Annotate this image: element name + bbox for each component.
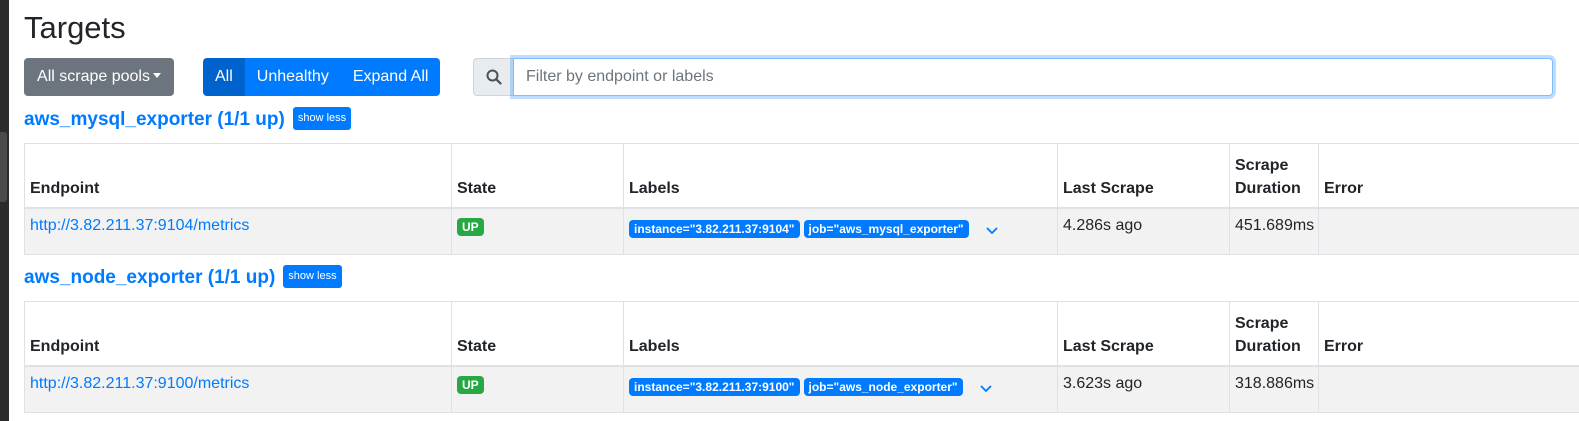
page-title: Targets <box>24 10 126 45</box>
label-badge-job: job="aws_mysql_exporter" <box>803 220 969 238</box>
column-header-last-scrape: Last Scrape <box>1057 301 1230 367</box>
scrape-pools-label: All scrape pools <box>37 68 150 85</box>
scrape-pool: aws_mysql_exporter (1/1 up) show less End… <box>24 107 1579 255</box>
pool-title[interactable]: aws_mysql_exporter (1/1 up) <box>24 107 285 133</box>
search-icon <box>486 69 502 85</box>
side-panel-handle[interactable] <box>0 132 7 202</box>
show-less-button[interactable]: show less <box>292 107 352 131</box>
table-header-row: Endpoint State Labels Last Scrape Scrape… <box>24 143 1579 209</box>
column-header-state: State <box>451 143 624 209</box>
error-cell <box>1318 207 1579 255</box>
column-header-labels: Labels <box>623 301 1058 367</box>
window-edge <box>0 0 9 421</box>
search-addon <box>473 58 514 96</box>
scrape-pool: aws_node_exporter (1/1 up) show less Endp… <box>24 265 1579 413</box>
chevron-down-icon[interactable] <box>979 381 993 395</box>
filter-all-button[interactable]: All <box>203 58 245 96</box>
show-less-button[interactable]: show less <box>283 265 342 289</box>
label-badge-instance: instance="3.82.211.37:9104" <box>629 220 800 238</box>
state-badge: UP <box>457 218 484 236</box>
endpoint-cell: http://3.82.211.37:9104/metrics <box>24 207 452 255</box>
state-badge: UP <box>457 376 484 394</box>
column-header-error: Error <box>1318 301 1579 367</box>
chevron-down-icon[interactable] <box>985 223 999 237</box>
filter-button-group: All Unhealthy Expand All <box>203 58 441 96</box>
column-header-scrape-duration: Scrape Duration <box>1229 143 1319 209</box>
error-cell <box>1318 365 1579 413</box>
targets-table: Endpoint State Labels Last Scrape Scrape… <box>24 301 1579 413</box>
column-header-scrape-duration: Scrape Duration <box>1229 301 1319 367</box>
filter-unhealthy-button[interactable]: Unhealthy <box>244 58 341 96</box>
endpoint-cell: http://3.82.211.37:9100/metrics <box>24 365 452 413</box>
expand-all-button[interactable]: Expand All <box>340 58 441 96</box>
table-row: http://3.82.211.37:9104/metrics UP insta… <box>24 207 1579 255</box>
label-badge-job: job="aws_node_exporter" <box>803 378 963 396</box>
state-cell: UP <box>451 365 624 413</box>
endpoint-link[interactable]: http://3.82.211.37:9100/metrics <box>30 375 249 392</box>
column-header-state: State <box>451 301 624 367</box>
last-scrape-cell: 4.286s ago <box>1057 207 1230 255</box>
label-badge-instance: instance="3.82.211.37:9100" <box>629 378 800 396</box>
column-header-error: Error <box>1318 143 1579 209</box>
scrape-duration-cell: 451.689ms <box>1229 207 1319 255</box>
caret-down-icon <box>152 73 161 78</box>
scrape-pools-dropdown[interactable]: All scrape pools <box>24 58 174 96</box>
scrape-duration-cell: 318.886ms <box>1229 365 1319 413</box>
column-header-last-scrape: Last Scrape <box>1057 143 1230 209</box>
endpoint-link[interactable]: http://3.82.211.37:9104/metrics <box>30 217 249 234</box>
table-header-row: Endpoint State Labels Last Scrape Scrape… <box>24 301 1579 367</box>
pool-title[interactable]: aws_node_exporter (1/1 up) <box>24 265 275 291</box>
column-header-endpoint: Endpoint <box>24 301 452 367</box>
column-header-labels: Labels <box>623 143 1058 209</box>
state-cell: UP <box>451 207 624 255</box>
last-scrape-cell: 3.623s ago <box>1057 365 1230 413</box>
pool-header: aws_mysql_exporter (1/1 up) show less <box>24 107 1579 135</box>
table-row: http://3.82.211.37:9100/metrics UP insta… <box>24 365 1579 413</box>
targets-table: Endpoint State Labels Last Scrape Scrape… <box>24 143 1579 255</box>
search-input[interactable] <box>513 58 1553 96</box>
labels-cell: instance="3.82.211.37:9104" job="aws_mysq… <box>623 207 1058 255</box>
labels-cell: instance="3.82.211.37:9100" job="aws_node… <box>623 365 1058 413</box>
toolbar: All scrape pools All Unhealthy Expand Al… <box>24 58 1553 96</box>
pool-header: aws_node_exporter (1/1 up) show less <box>24 265 1579 293</box>
search-bar <box>473 58 1553 96</box>
column-header-endpoint: Endpoint <box>24 143 452 209</box>
